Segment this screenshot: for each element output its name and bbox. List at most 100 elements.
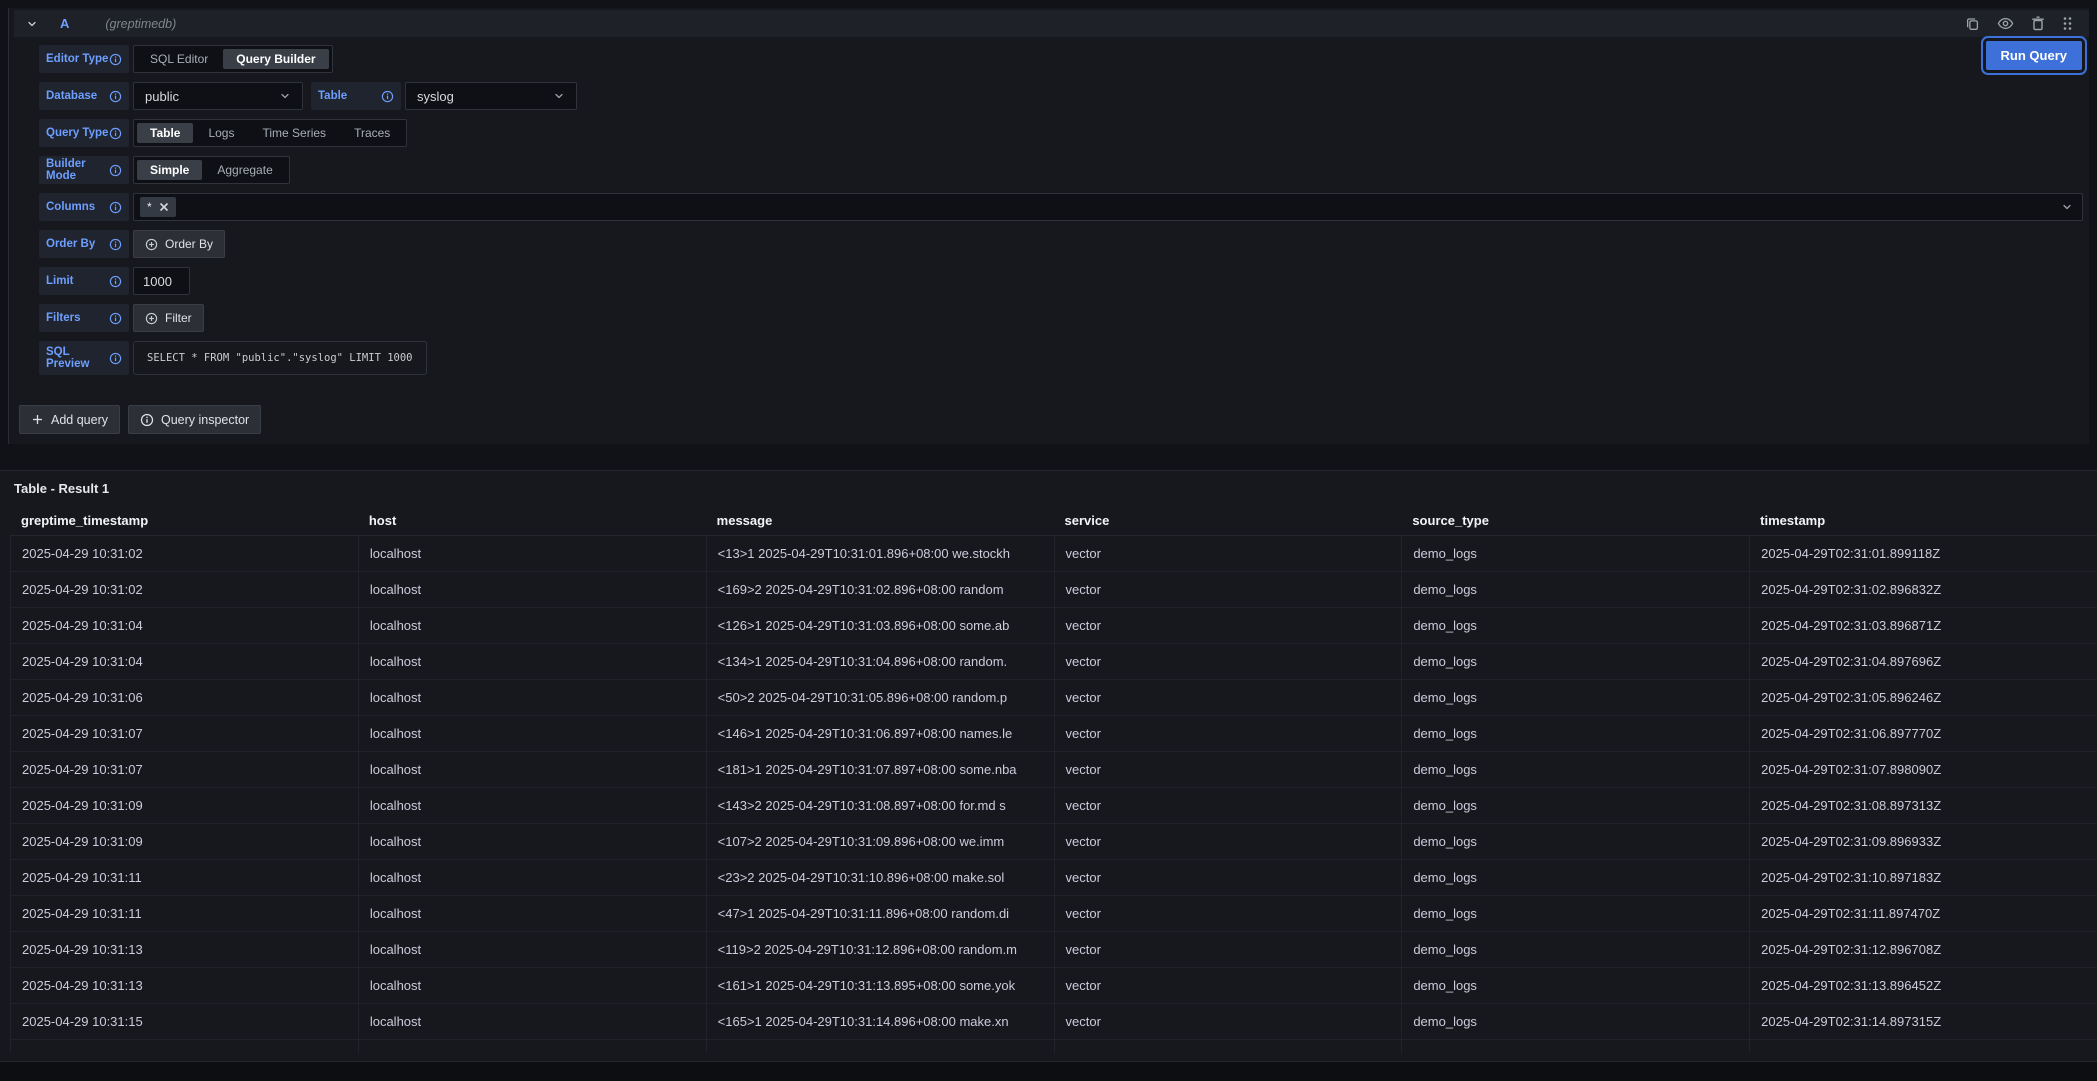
remove-column-button[interactable] [159,202,169,212]
limit-row: Limit [39,267,2083,295]
query-ref-id[interactable]: A [60,16,69,31]
chevron-down-icon [26,18,38,30]
add-query-button[interactable]: Add query [19,405,120,434]
table-cell: demo_logs [1401,644,1749,679]
table-cell: vector [1054,752,1402,787]
table-cell [706,1040,1054,1053]
table-row[interactable]: 2025-04-29 10:31:11 localhost <23>2 2025… [10,860,2097,896]
table-cell: 2025-04-29T02:31:03.896871Z [1749,608,2097,643]
database-label: Database [39,82,129,110]
table-cell: localhost [358,572,706,607]
column-header-greptime-timestamp[interactable]: greptime_timestamp [10,513,358,528]
query-type-label: Query Type [39,119,129,147]
table-cell: 2025-04-29T02:31:05.896246Z [1749,680,2097,715]
table-row[interactable]: 2025-04-29 10:31:09 localhost <107>2 202… [10,824,2097,860]
table-cell: demo_logs [1401,932,1749,967]
table-cell: localhost [358,968,706,1003]
columns-chip: * [140,197,176,217]
table-row[interactable]: 2025-04-29 10:31:13 localhost <161>1 202… [10,968,2097,1004]
table-cell: localhost [358,932,706,967]
table-select[interactable]: syslog [405,82,577,110]
table-row[interactable]: 2025-04-29 10:31:04 localhost <134>1 202… [10,644,2097,680]
table-row[interactable]: 2025-04-29 10:31:09 localhost <143>2 202… [10,788,2097,824]
database-table-row: Database public Table [39,82,2083,110]
query-type-info-icon[interactable] [109,127,122,140]
table-cell [1401,1040,1749,1053]
order-by-label: Order By [39,230,129,258]
drag-query-handle[interactable] [2062,16,2073,31]
trash-icon [2031,16,2045,31]
collapse-query-row-button[interactable] [26,18,38,30]
editor-type-info-icon[interactable] [109,53,122,66]
delete-query-button[interactable] [2031,16,2045,31]
table-cell: 2025-04-29T02:31:09.896933Z [1749,824,2097,859]
add-order-by-button[interactable]: Order By [133,230,225,258]
editor-type-option-query-builder[interactable]: Query Builder [223,49,328,69]
add-filter-button[interactable]: Filter [133,304,204,332]
query-type-option-traces[interactable]: Traces [341,123,403,143]
query-builder-form: Editor Type SQL Editor Query Builder Dat… [39,45,2083,384]
table-cell: <13>1 2025-04-29T10:31:01.896+08:00 we.s… [706,536,1054,571]
table-cell: demo_logs [1401,536,1749,571]
builder-mode-label: Builder Mode [39,156,129,184]
sql-preview-info-icon[interactable] [109,352,122,365]
database-select[interactable]: public [133,82,303,110]
table-row[interactable]: 2025-04-29 10:31:11 localhost <47>1 2025… [10,896,2097,932]
builder-mode-option-simple[interactable]: Simple [137,160,202,180]
query-type-option-time-series[interactable]: Time Series [249,123,339,143]
table-cell: localhost [358,644,706,679]
table-cell: <119>2 2025-04-29T10:31:12.896+08:00 ran… [706,932,1054,967]
query-inspector-button[interactable]: Query inspector [128,405,261,434]
columns-info-icon[interactable] [109,201,122,214]
database-info-icon[interactable] [109,90,122,103]
order-by-info-icon[interactable] [109,238,122,251]
table-cell: vector [1054,608,1402,643]
column-header-source-type[interactable]: source_type [1401,513,1749,528]
table-row[interactable]: 2025-04-29 10:31:07 localhost <181>1 202… [10,752,2097,788]
table-cell: 2025-04-29 10:31:13 [10,932,358,967]
table-cell: demo_logs [1401,572,1749,607]
table-cell: vector [1054,536,1402,571]
query-type-option-table[interactable]: Table [137,123,193,143]
table-cell: localhost [358,608,706,643]
table-cell: 2025-04-29T02:31:08.897313Z [1749,788,2097,823]
builder-mode-info-icon[interactable] [109,164,122,177]
editor-type-option-sql-editor[interactable]: SQL Editor [137,49,221,69]
table-row[interactable]: 2025-04-29 10:31:07 localhost <146>1 202… [10,716,2097,752]
copy-icon [1965,16,1980,31]
table-cell: 2025-04-29T02:31:04.897696Z [1749,644,2097,679]
table-cell: demo_logs [1401,860,1749,895]
table-row[interactable]: 2025-04-29 10:31:13 localhost <119>2 202… [10,932,2097,968]
table-cell: demo_logs [1401,896,1749,931]
limit-input[interactable] [133,267,190,295]
table-row[interactable]: 2025-04-29 10:31:04 localhost <126>1 202… [10,608,2097,644]
columns-multiselect[interactable]: * [133,193,2083,221]
table-cell: vector [1054,824,1402,859]
table-cell: vector [1054,788,1402,823]
column-header-host[interactable]: host [358,513,706,528]
chevron-down-icon [553,90,565,102]
table-cell: vector [1054,644,1402,679]
duplicate-query-button[interactable] [1965,16,1980,31]
table-row[interactable]: 2025-04-29 10:31:02 localhost <13>1 2025… [10,536,2097,572]
column-header-service[interactable]: service [1054,513,1402,528]
query-type-radio-group: Table Logs Time Series Traces [133,119,407,147]
limit-info-icon[interactable] [109,275,122,288]
query-editor-section: A (greptimedb) [8,8,2089,444]
toggle-query-visibility-button[interactable] [1997,16,2014,31]
table-cell: <169>2 2025-04-29T10:31:02.896+08:00 ran… [706,572,1054,607]
table-row[interactable]: 2025-04-29 10:31:06 localhost <50>2 2025… [10,680,2097,716]
builder-mode-option-aggregate[interactable]: Aggregate [204,160,285,180]
query-type-option-logs[interactable]: Logs [195,123,247,143]
builder-mode-row: Builder Mode Simple Aggregate [39,156,2083,184]
close-icon [159,202,169,212]
column-header-timestamp[interactable]: timestamp [1749,513,2097,528]
plus-circle-icon [145,238,158,251]
column-header-message[interactable]: message [706,513,1054,528]
table-row[interactable]: 2025-04-29 10:31:15 localhost <165>1 202… [10,1004,2097,1040]
table-row[interactable]: 2025-04-29 10:31:02 localhost <169>2 202… [10,572,2097,608]
result-table-panel: Table - Result 1 greptime_timestamp host… [0,470,2097,1062]
table-cell: demo_logs [1401,608,1749,643]
table-info-icon[interactable] [381,90,394,103]
filters-info-icon[interactable] [109,312,122,325]
